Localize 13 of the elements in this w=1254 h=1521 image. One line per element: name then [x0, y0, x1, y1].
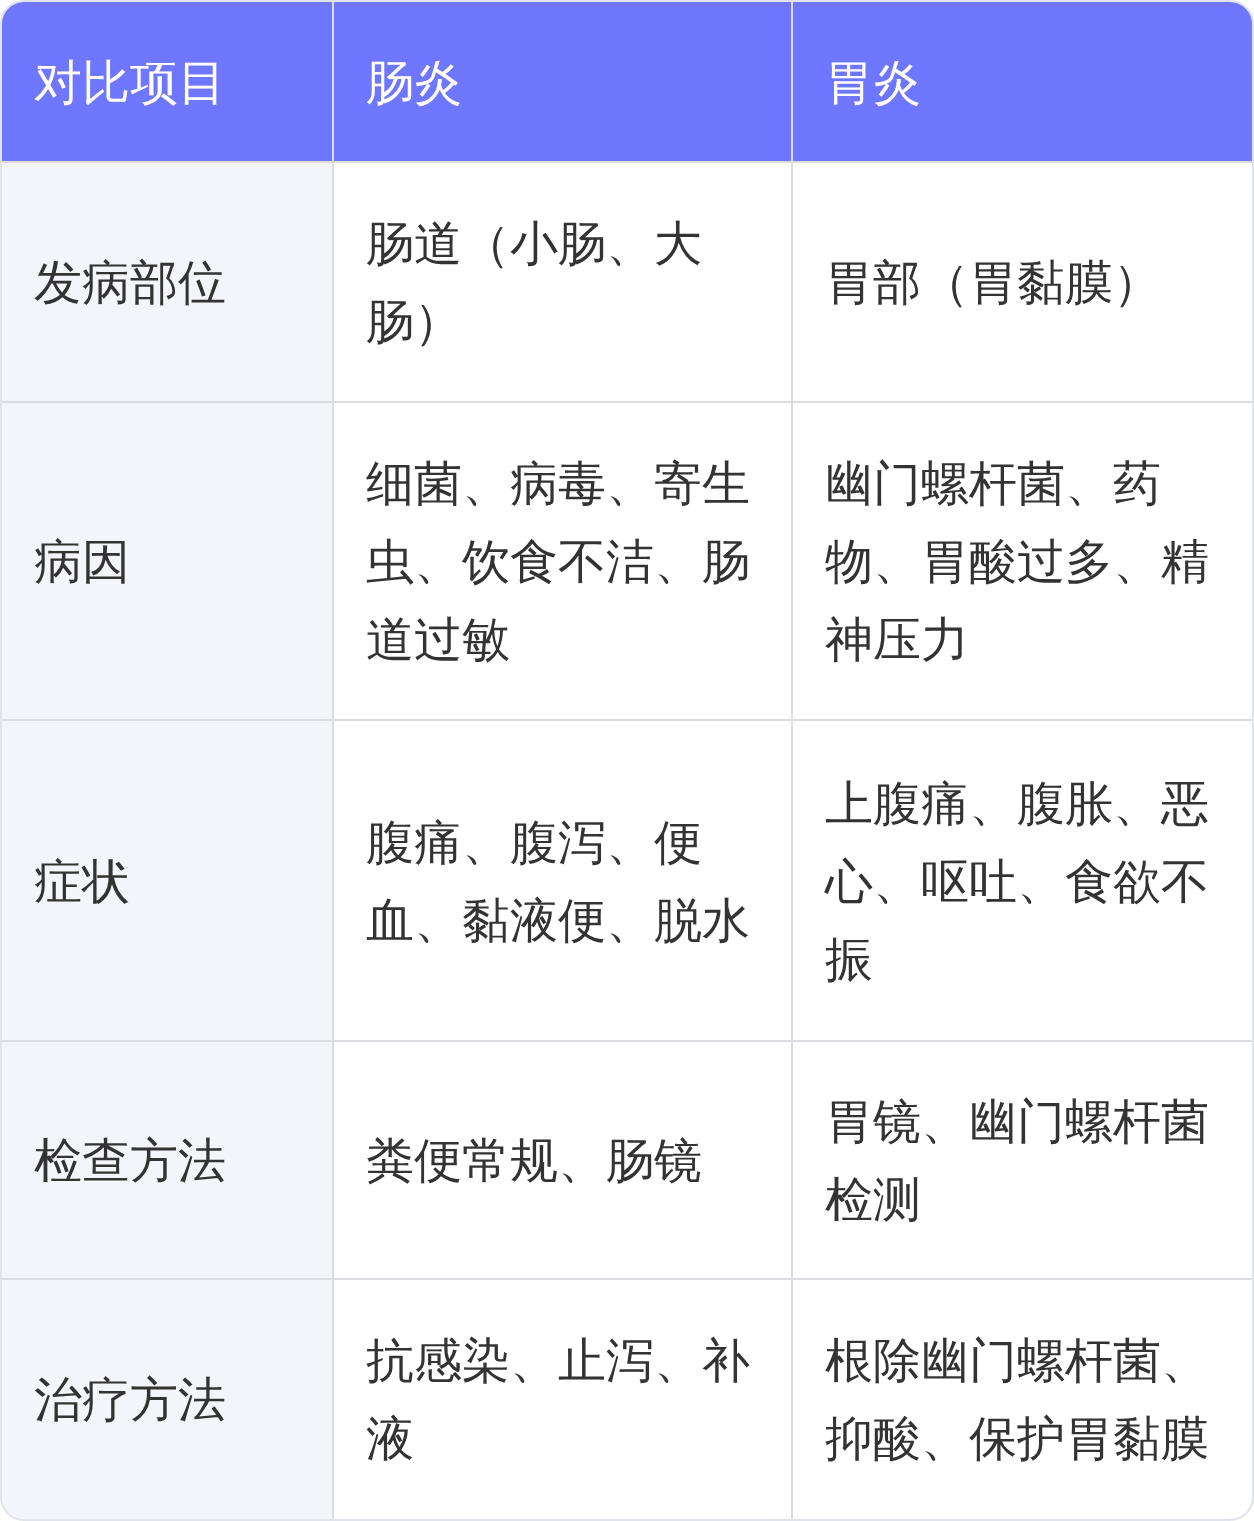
table-cell: 治疗方法 [2, 1278, 333, 1519]
table-cell: 腹痛、腹泻、便血、黏液便、脱水 [333, 720, 792, 1041]
table-cell: 病因 [2, 402, 333, 721]
column-header: 对比项目 [2, 2, 333, 162]
table-cell: 细菌、病毒、寄生虫、饮食不洁、肠道过敏 [333, 402, 792, 721]
column-header: 胃炎 [792, 2, 1252, 162]
table-cell: 肠道（小肠、大肠） [333, 162, 792, 403]
table-cell: 粪便常规、肠镜 [333, 1040, 792, 1279]
table-cell: 发病部位 [2, 162, 333, 403]
table-cell: 根除幽门螺杆菌、抑酸、保护胃黏膜 [792, 1278, 1252, 1519]
table-cell: 检查方法 [2, 1040, 333, 1279]
table-cell: 症状 [2, 720, 333, 1041]
column-header: 肠炎 [333, 2, 792, 162]
